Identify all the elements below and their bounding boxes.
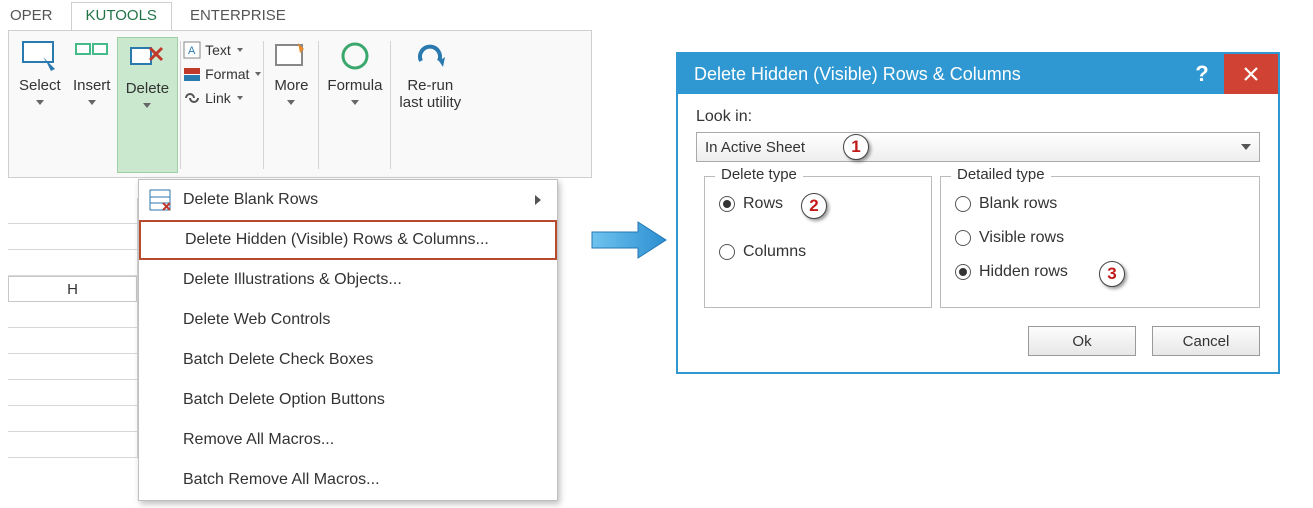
ribbon-format[interactable]: Format bbox=[183, 65, 261, 83]
flow-arrow-icon bbox=[590, 218, 668, 262]
worksheet-grid: H bbox=[8, 198, 138, 458]
detailed-type-group: Detailed type Blank rows Visible rows Hi… bbox=[940, 176, 1260, 308]
ribbon: Select Insert Delete A Text Format bbox=[8, 30, 592, 178]
radio-icon bbox=[719, 244, 735, 260]
look-in-value: In Active Sheet bbox=[705, 139, 805, 156]
caret-icon bbox=[287, 100, 295, 105]
help-button[interactable]: ? bbox=[1180, 61, 1224, 87]
look-in-label: Look in: bbox=[696, 108, 1260, 126]
tab-developer-partial[interactable]: OPER bbox=[8, 3, 67, 30]
menu-batch-delete-checkboxes[interactable]: Batch Delete Check Boxes bbox=[139, 340, 557, 380]
radio-icon bbox=[955, 264, 971, 280]
separator bbox=[180, 41, 181, 169]
link-icon bbox=[183, 89, 201, 107]
radio-columns[interactable]: Columns bbox=[719, 235, 917, 269]
menu-delete-web-controls[interactable]: Delete Web Controls bbox=[139, 300, 557, 340]
ribbon-rerun[interactable]: Re-runlast utility bbox=[393, 37, 467, 173]
submenu-arrow-icon bbox=[535, 195, 541, 205]
menu-delete-blank-rows[interactable]: Delete Blank Rows bbox=[139, 180, 557, 220]
more-icon bbox=[272, 39, 310, 73]
ribbon-formula[interactable]: Formula bbox=[321, 37, 388, 173]
select-icon bbox=[21, 39, 59, 73]
cell[interactable] bbox=[8, 328, 137, 354]
chevron-down-icon bbox=[1241, 144, 1251, 150]
ribbon-select[interactable]: Select bbox=[13, 37, 67, 173]
menu-batch-remove-all-macros[interactable]: Batch Remove All Macros... bbox=[139, 460, 557, 500]
ribbon-insert[interactable]: Insert bbox=[67, 37, 117, 173]
grid-x-icon bbox=[149, 189, 171, 211]
caret-icon bbox=[237, 48, 243, 52]
caret-icon bbox=[143, 103, 151, 108]
delete-dropdown-menu: Delete Blank Rows Delete Hidden (Visible… bbox=[138, 179, 558, 501]
close-icon bbox=[1242, 65, 1260, 83]
dialog-titlebar[interactable]: Delete Hidden (Visible) Rows & Columns ? bbox=[678, 54, 1278, 94]
column-header-h[interactable]: H bbox=[8, 276, 137, 302]
ribbon-more[interactable]: More bbox=[266, 37, 316, 173]
separator bbox=[390, 41, 391, 169]
ribbon-tabs: OPER KUTOOLS ENTERPRISE bbox=[8, 0, 592, 30]
look-in-combo[interactable]: In Active Sheet 1 bbox=[696, 132, 1260, 162]
caret-icon bbox=[237, 96, 243, 100]
cell[interactable] bbox=[8, 302, 137, 328]
ribbon-delete[interactable]: Delete bbox=[117, 37, 178, 173]
radio-blank-rows[interactable]: Blank rows bbox=[955, 187, 1245, 221]
detailed-type-legend: Detailed type bbox=[951, 166, 1051, 183]
separator bbox=[318, 41, 319, 169]
ribbon-mini-group: A Text Format Link bbox=[183, 37, 261, 107]
insert-icon bbox=[73, 39, 111, 73]
ribbon-text[interactable]: A Text bbox=[183, 41, 261, 59]
tab-enterprise[interactable]: ENTERPRISE bbox=[176, 3, 300, 30]
dialog-title: Delete Hidden (Visible) Rows & Columns bbox=[694, 64, 1021, 85]
radio-visible-rows[interactable]: Visible rows bbox=[955, 221, 1245, 255]
caret-icon bbox=[88, 100, 96, 105]
caret-icon bbox=[351, 100, 359, 105]
svg-text:A: A bbox=[188, 45, 196, 57]
menu-remove-all-macros[interactable]: Remove All Macros... bbox=[139, 420, 557, 460]
ok-button[interactable]: Ok bbox=[1028, 326, 1136, 356]
callout-3: 3 bbox=[1099, 261, 1125, 287]
text-icon: A bbox=[183, 41, 201, 59]
cell[interactable] bbox=[8, 406, 137, 432]
callout-2: 2 bbox=[801, 193, 827, 219]
ribbon-link[interactable]: Link bbox=[183, 89, 261, 107]
menu-delete-illustrations[interactable]: Delete Illustrations & Objects... bbox=[139, 260, 557, 300]
radio-icon bbox=[719, 196, 735, 212]
menu-delete-hidden-rows-columns[interactable]: Delete Hidden (Visible) Rows & Columns..… bbox=[139, 220, 557, 260]
format-icon bbox=[183, 65, 201, 83]
cell[interactable] bbox=[8, 354, 137, 380]
delete-type-group: Delete type Rows Columns 2 bbox=[704, 176, 932, 308]
cell[interactable] bbox=[8, 432, 137, 458]
menu-batch-delete-option-buttons[interactable]: Batch Delete Option Buttons bbox=[139, 380, 557, 420]
close-button[interactable] bbox=[1224, 54, 1278, 94]
cancel-button[interactable]: Cancel bbox=[1152, 326, 1260, 356]
caret-icon bbox=[36, 100, 44, 105]
radio-icon bbox=[955, 230, 971, 246]
separator bbox=[263, 41, 264, 169]
callout-1: 1 bbox=[843, 134, 869, 160]
formula-icon bbox=[336, 39, 374, 73]
delete-type-legend: Delete type bbox=[715, 166, 803, 183]
cell[interactable] bbox=[8, 380, 137, 406]
rerun-icon bbox=[411, 39, 449, 73]
delete-hidden-dialog: Delete Hidden (Visible) Rows & Columns ?… bbox=[676, 52, 1280, 374]
tab-kutools[interactable]: KUTOOLS bbox=[71, 2, 172, 30]
caret-icon bbox=[255, 72, 261, 76]
radio-icon bbox=[955, 196, 971, 212]
delete-icon bbox=[128, 42, 166, 76]
